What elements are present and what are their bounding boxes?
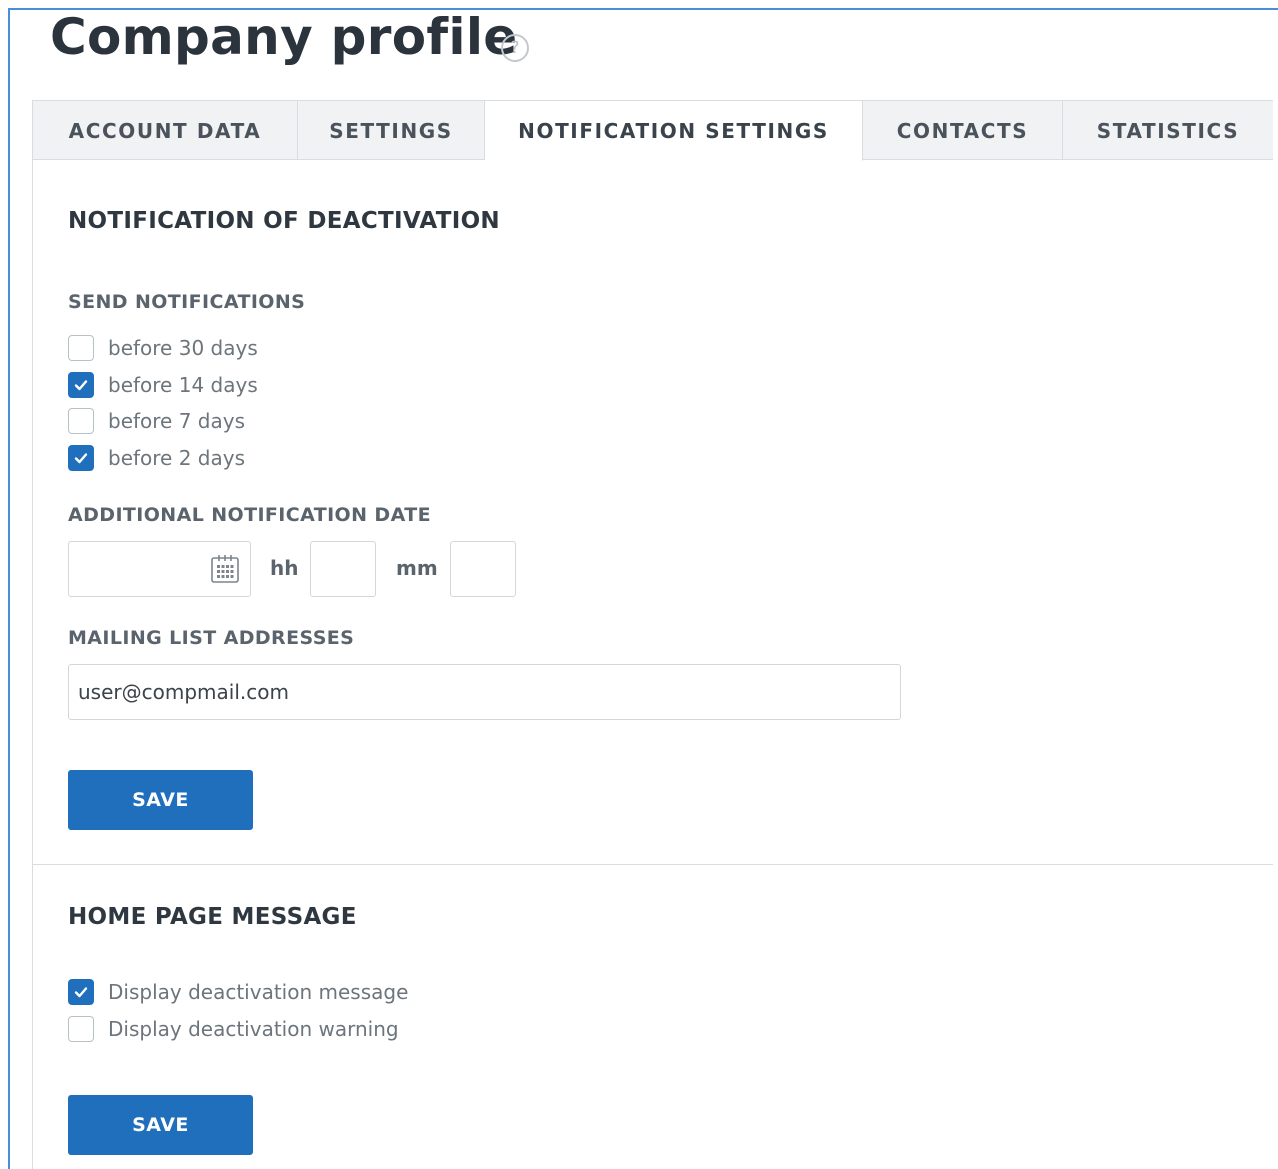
tab-settings[interactable]: SETTINGS <box>298 100 485 160</box>
mailing-list-label: MAILING LIST ADDRESSES <box>68 627 355 649</box>
option-label: Display deactivation message <box>108 980 409 1004</box>
help-icon[interactable]: ? <box>501 34 529 62</box>
option-label: before 14 days <box>108 373 258 397</box>
checkbox[interactable] <box>68 335 94 361</box>
calendar-icon[interactable] <box>210 554 240 584</box>
option-label: before 2 days <box>108 446 246 470</box>
minutes-field[interactable] <box>450 541 516 597</box>
checkmark-icon <box>74 987 88 998</box>
hours-field[interactable] <box>310 541 376 597</box>
page-title: Company profile <box>50 8 518 66</box>
additional-date-label: ADDITIONAL NOTIFICATION DATE <box>68 504 431 526</box>
tab-bar: ACCOUNT DATA SETTINGS NOTIFICATION SETTI… <box>33 100 1273 161</box>
send-notifications-label: SEND NOTIFICATIONS <box>68 291 306 313</box>
hours-input[interactable] <box>311 542 375 596</box>
option-before-14-days[interactable]: before 14 days <box>68 371 258 399</box>
option-before-7-days[interactable]: before 7 days <box>68 407 245 435</box>
tab-statistics[interactable]: STATISTICS <box>1063 100 1273 160</box>
section-divider <box>33 864 1273 865</box>
save-home-message-button[interactable]: SAVE <box>68 1095 253 1155</box>
tab-account-data[interactable]: ACCOUNT DATA <box>33 100 298 160</box>
checkbox-checked[interactable] <box>68 372 94 398</box>
option-label: before 30 days <box>108 336 258 360</box>
minutes-input[interactable] <box>451 542 515 596</box>
mailing-list-field[interactable] <box>68 664 901 720</box>
deactivation-section-title: NOTIFICATION OF DEACTIVATION <box>68 208 500 234</box>
minutes-label: mm <box>396 556 438 580</box>
tab-contacts[interactable]: CONTACTS <box>863 100 1063 160</box>
option-label: before 7 days <box>108 409 246 433</box>
option-display-deactivation-message[interactable]: Display deactivation message <box>68 978 408 1006</box>
checkbox-checked[interactable] <box>68 979 94 1005</box>
checkmark-icon <box>74 380 88 391</box>
option-before-2-days[interactable]: before 2 days <box>68 444 245 472</box>
checkbox[interactable] <box>68 408 94 434</box>
checkbox-checked[interactable] <box>68 445 94 471</box>
option-display-deactivation-warning[interactable]: Display deactivation warning <box>68 1015 399 1043</box>
option-before-30-days[interactable]: before 30 days <box>68 334 258 362</box>
save-notifications-button[interactable]: SAVE <box>68 770 253 830</box>
home-message-section-title: HOME PAGE MESSAGE <box>68 904 357 930</box>
date-field[interactable] <box>68 541 251 597</box>
mailing-list-input[interactable] <box>69 665 900 719</box>
tab-notification-settings[interactable]: NOTIFICATION SETTINGS <box>485 100 863 161</box>
hours-label: hh <box>270 556 299 580</box>
checkbox[interactable] <box>68 1016 94 1042</box>
profile-panel: ACCOUNT DATA SETTINGS NOTIFICATION SETTI… <box>32 100 1273 1169</box>
checkmark-icon <box>74 453 88 464</box>
option-label: Display deactivation warning <box>108 1017 399 1041</box>
